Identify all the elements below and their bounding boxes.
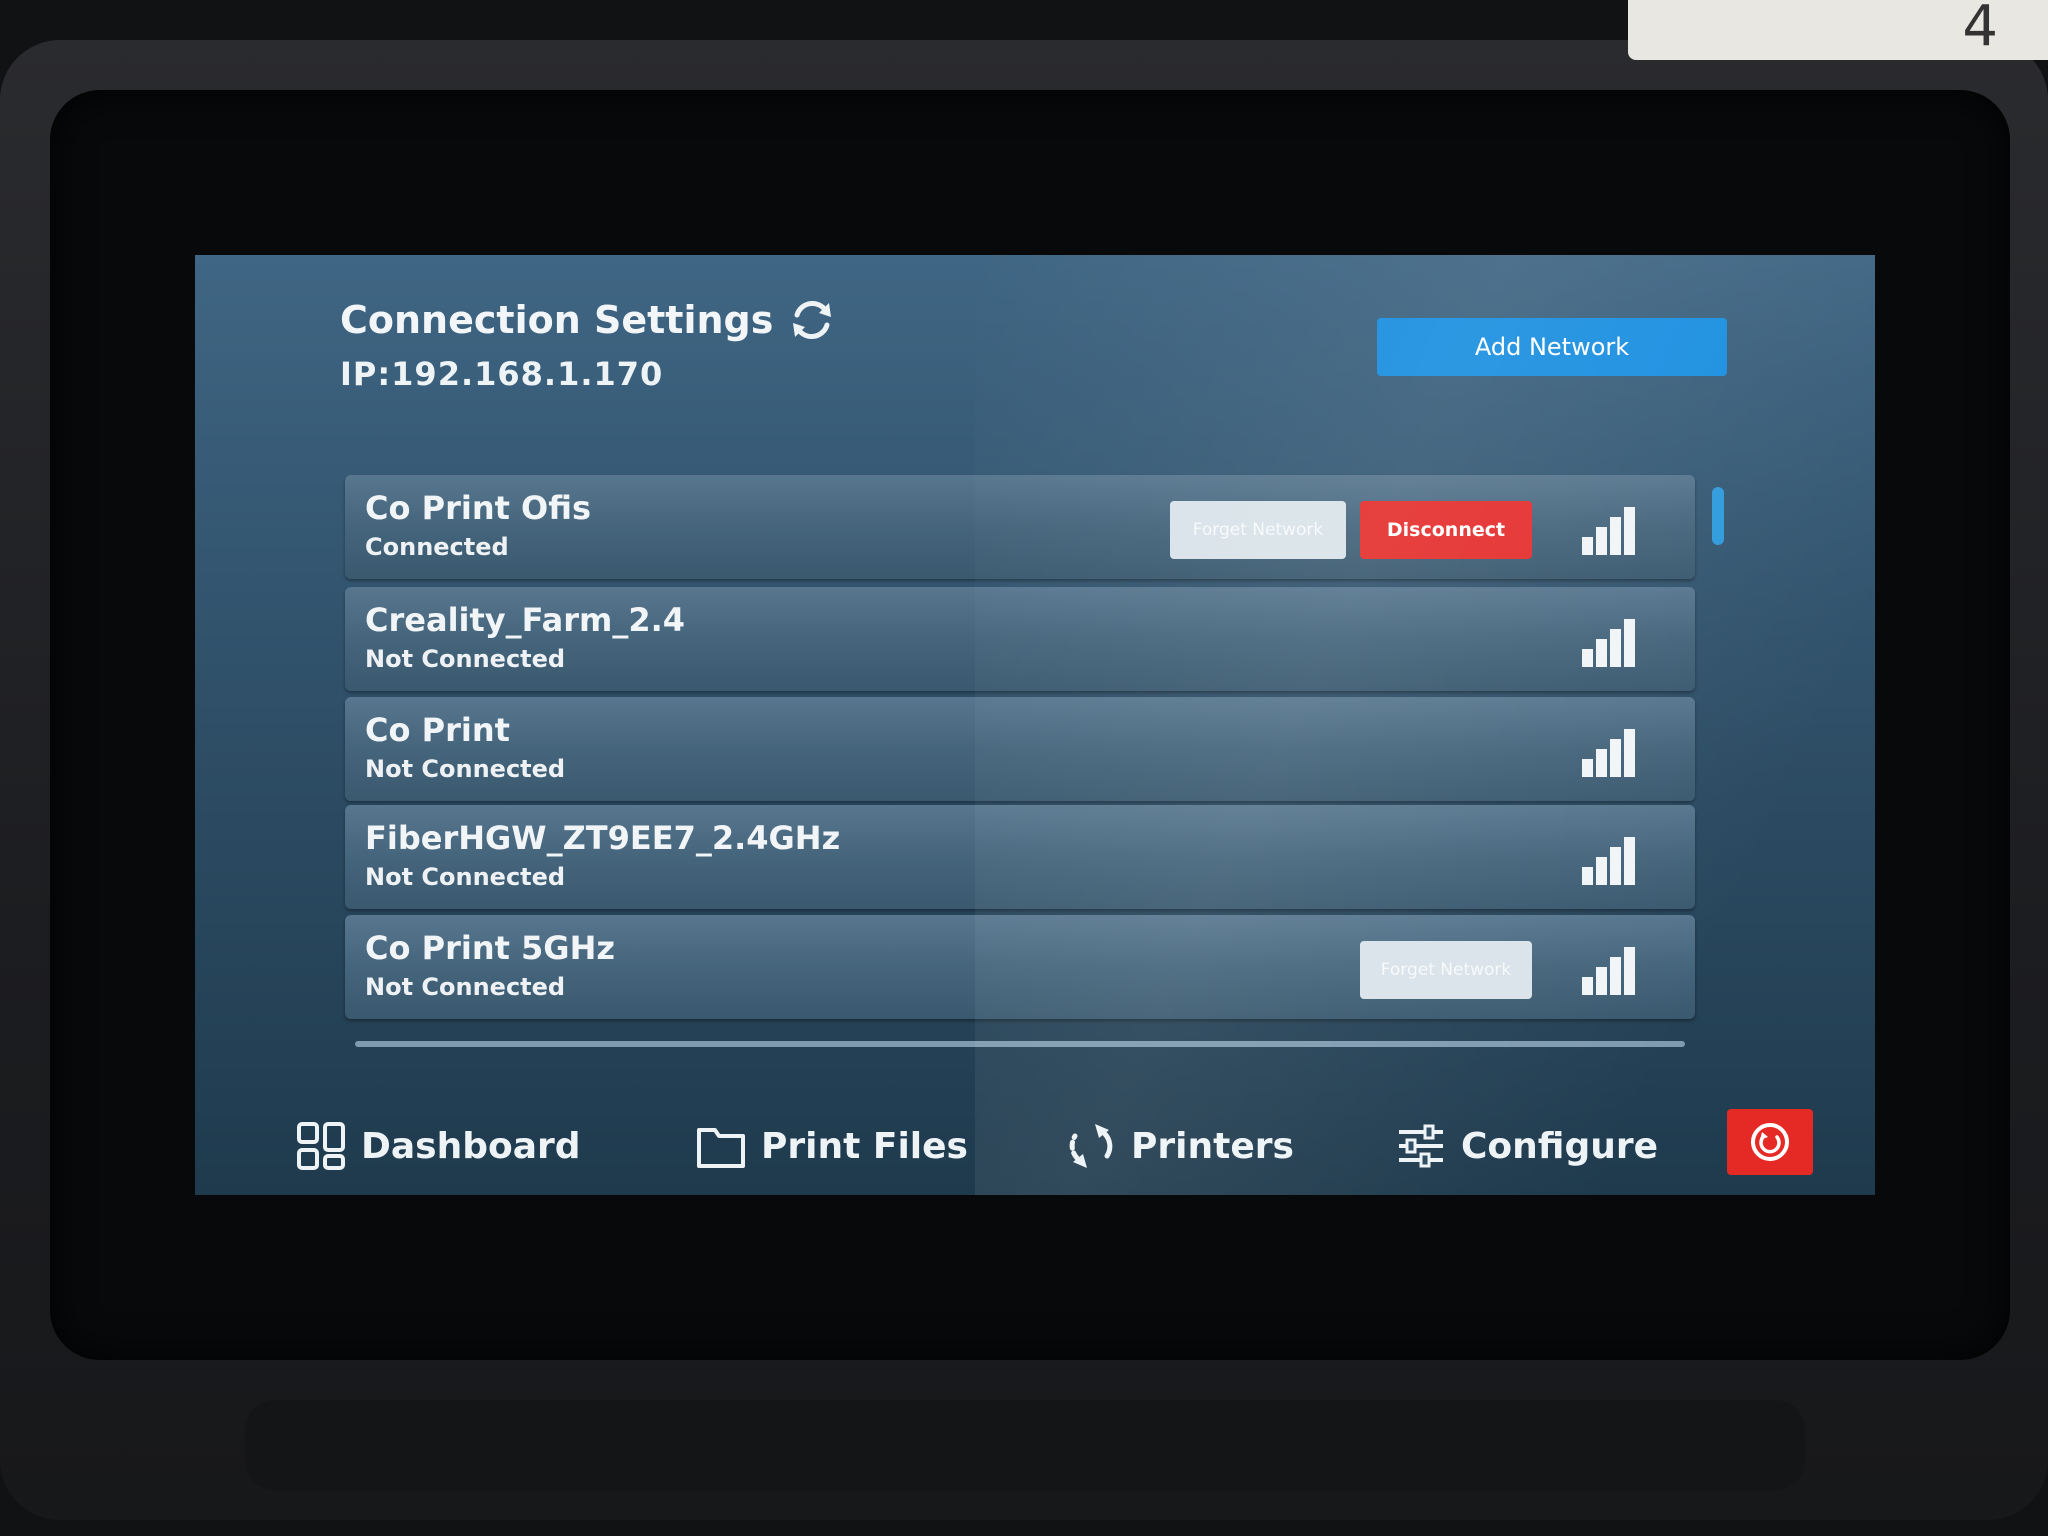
sliders-icon (1399, 1124, 1443, 1168)
network-name: FiberHGW_ZT9EE7_2.4GHz (365, 819, 841, 857)
wifi-signal-icon (1582, 729, 1635, 777)
disconnect-button[interactable]: Disconnect (1360, 501, 1532, 559)
network-row[interactable]: Creality_Farm_2.4 Not Connected (345, 587, 1695, 691)
wifi-signal-icon (1582, 619, 1635, 667)
ip-address: IP:192.168.1.170 (340, 355, 664, 393)
network-status: Not Connected (365, 973, 566, 1001)
network-status: Not Connected (365, 863, 566, 891)
network-status: Not Connected (365, 755, 566, 783)
header: Connection Settings (340, 295, 837, 345)
nav-print-files[interactable]: Print Files (695, 1120, 968, 1172)
nav-configure-label: Configure (1461, 1125, 1659, 1167)
nav-dashboard-label: Dashboard (361, 1125, 581, 1167)
bottom-nav: Dashboard Print Files Printers Configure (195, 1110, 1875, 1195)
wifi-signal-icon (1582, 837, 1635, 885)
emergency-stop-button[interactable] (1727, 1109, 1813, 1175)
list-divider (355, 1041, 1685, 1047)
forget-network-button[interactable]: Forget Network (1170, 501, 1346, 559)
network-name: Co Print 5GHz (365, 929, 615, 967)
network-row[interactable]: Co Print 5GHz Not Connected Forget Netwo… (345, 915, 1695, 1019)
add-network-button[interactable]: Add Network (1377, 318, 1727, 376)
list-scrollbar[interactable] (1712, 487, 1724, 545)
printers-sync-icon (1069, 1124, 1113, 1168)
network-name: Creality_Farm_2.4 (365, 601, 686, 639)
nav-printers-label: Printers (1131, 1125, 1294, 1167)
nav-dashboard[interactable]: Dashboard (295, 1120, 581, 1172)
refresh-icon[interactable] (787, 295, 837, 345)
forget-network-button[interactable]: Forget Network (1360, 941, 1532, 999)
emergency-stop-icon (1751, 1123, 1789, 1161)
paper-note-text: 4 (1962, 0, 1998, 59)
wifi-signal-icon (1582, 947, 1635, 995)
wifi-signal-icon (1582, 507, 1635, 555)
network-row[interactable]: Co Print Not Connected (345, 697, 1695, 801)
network-row[interactable]: FiberHGW_ZT9EE7_2.4GHz Not Connected (345, 805, 1695, 909)
network-name: Co Print (365, 711, 510, 749)
page-title: Connection Settings (340, 298, 774, 342)
network-status: Not Connected (365, 645, 566, 673)
nav-printers[interactable]: Printers (1065, 1120, 1294, 1172)
folder-icon (697, 1128, 745, 1168)
nav-configure[interactable]: Configure (1395, 1120, 1658, 1172)
network-status: Connected (365, 533, 509, 561)
nav-print-files-label: Print Files (761, 1125, 968, 1167)
network-name: Co Print Ofis (365, 489, 591, 527)
device-bottom-panel (245, 1400, 1805, 1490)
network-row[interactable]: Co Print Ofis Connected Forget Network D… (345, 475, 1695, 579)
touch-screen: Connection Settings IP:192.168.1.170 Add… (195, 255, 1875, 1195)
dashboard-icon (297, 1122, 345, 1170)
